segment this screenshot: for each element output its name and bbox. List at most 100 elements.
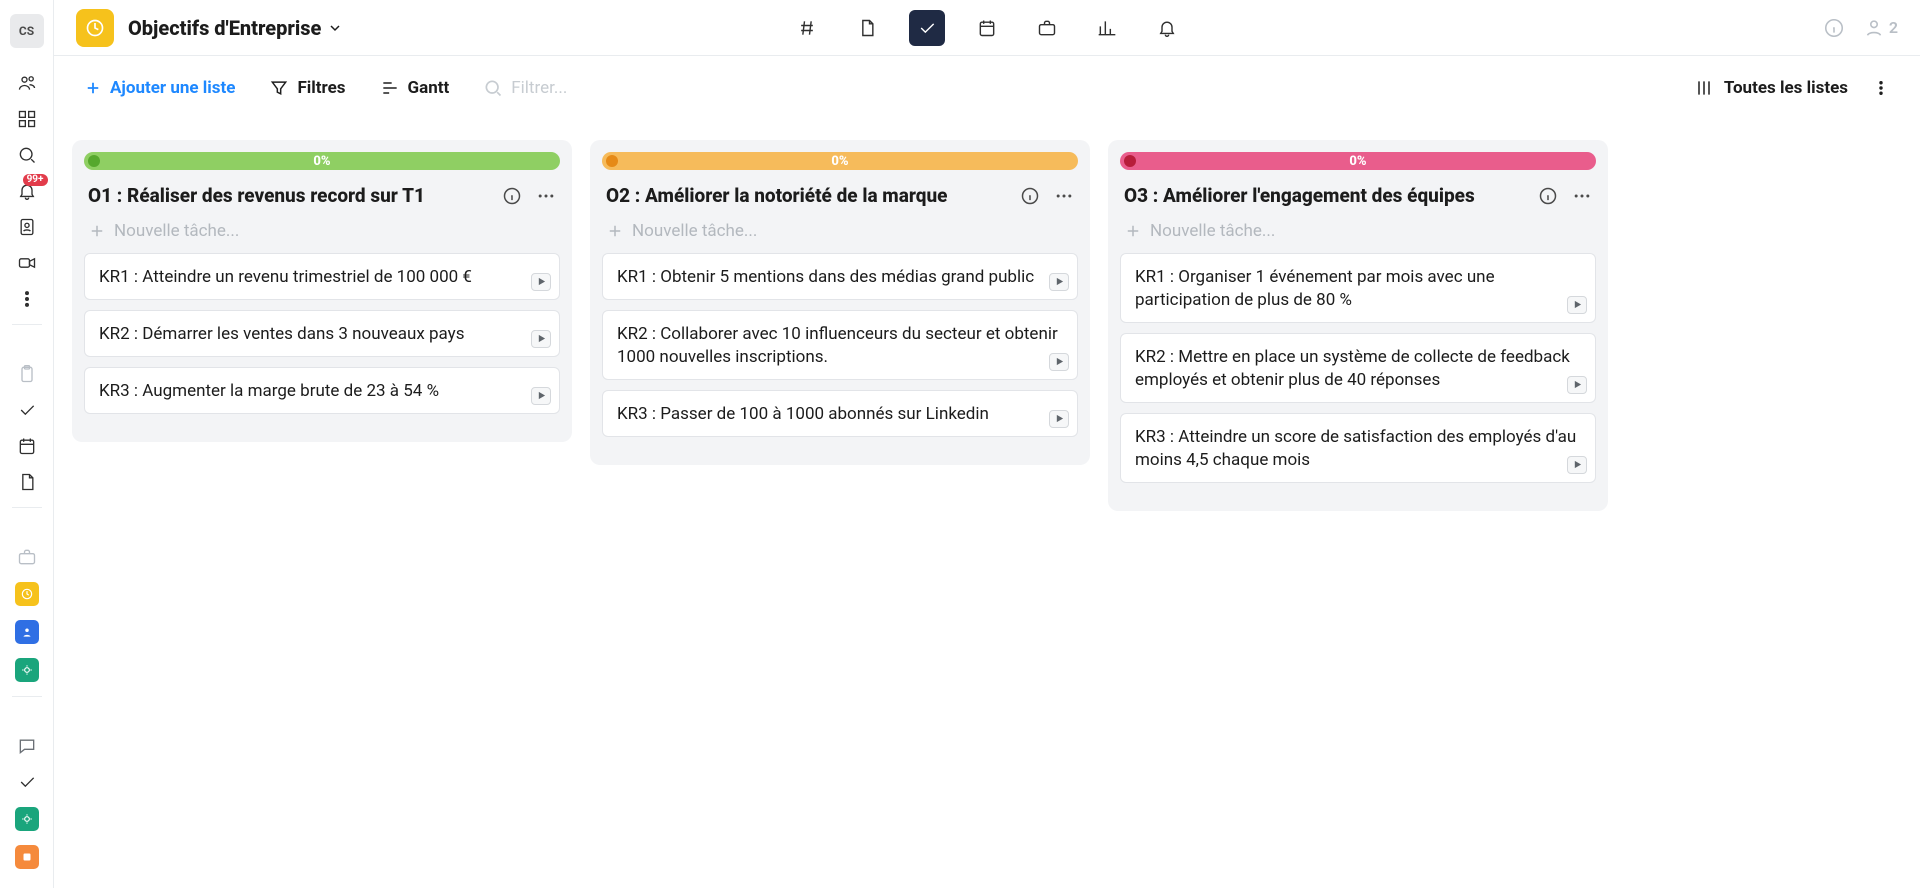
doc-small-icon[interactable] [16,471,38,493]
gantt-label: Gantt [408,78,450,98]
task-card[interactable]: KR2 : Démarrer les ventes dans 3 nouveau… [84,310,560,357]
workspace-teal-2-icon[interactable] [15,807,39,831]
play-icon[interactable] [531,273,551,291]
toolbar-more-icon[interactable] [1872,79,1890,97]
task-card-text: KR1 : Organiser 1 événement par mois ave… [1135,266,1581,312]
check-icon[interactable] [16,399,38,421]
column-title[interactable]: O3 : Améliorer l'engagement des équipes [1124,184,1475,207]
hash-icon[interactable] [789,10,825,46]
all-lists-button[interactable]: Toutes les listes [1694,78,1848,98]
contacts-icon[interactable] [16,216,38,238]
play-icon[interactable] [531,387,551,405]
kanban-column: 0% O2 : Améliorer la notoriété de la marq… [590,140,1090,465]
search-icon[interactable] [16,144,38,166]
members-count[interactable]: 2 [1863,17,1898,39]
notifications-icon[interactable]: 99+ [16,180,38,202]
sidebar-separator-2 [12,507,42,508]
board-title[interactable]: Objectifs d'Entreprise [128,16,343,40]
tasks-view-icon[interactable] [909,10,945,46]
calendar-icon[interactable] [969,10,1005,46]
grid-icon[interactable] [16,108,38,130]
calendar-small-icon[interactable] [16,435,38,457]
column-title[interactable]: O2 : Améliorer la notoriété de la marque [606,184,947,207]
info-icon[interactable] [1823,17,1845,39]
task-card-text: KR1 : Obtenir 5 mentions dans des médias… [617,266,1063,289]
workspace-yellow-icon[interactable] [15,582,39,606]
user-avatar[interactable]: CS [10,14,44,48]
new-task-button[interactable]: Nouvelle tâche... [602,215,1078,253]
progress-text: 0% [1349,154,1366,169]
stats-icon[interactable] [1089,10,1125,46]
more-vert-icon[interactable] [16,288,38,310]
task-card[interactable]: KR3 : Augmenter la marge brute de 23 à 5… [84,367,560,414]
workspace-teal-icon[interactable] [15,658,39,682]
task-card[interactable]: KR1 : Organiser 1 événement par mois ave… [1120,253,1596,323]
left-sidebar: CS 99+ [0,0,54,888]
column-actions [502,186,556,206]
progress-bar: 0% [1120,152,1596,170]
task-card-text: KR3 : Passer de 100 à 1000 abonnés sur L… [617,403,1063,426]
play-icon[interactable] [1567,456,1587,474]
sidebar-separator-3 [12,696,42,697]
people-icon[interactable] [16,72,38,94]
members-count-text: 2 [1889,18,1898,37]
progress-text: 0% [831,154,848,169]
filters-button[interactable]: Filtres [269,78,345,98]
progress-bar: 0% [602,152,1078,170]
play-icon[interactable] [1049,410,1069,428]
add-list-button[interactable]: Ajouter une liste [84,78,235,98]
board-title-text: Objectifs d'Entreprise [128,16,321,40]
column-title[interactable]: O1 : Réaliser des revenus record sur T1 [88,184,425,207]
briefcase-muted-icon[interactable] [16,546,38,568]
gantt-button[interactable]: Gantt [380,78,450,98]
info-circle-icon[interactable] [1020,186,1040,206]
column-more-icon[interactable] [1054,186,1074,206]
briefcase-icon[interactable] [1029,10,1065,46]
kanban-column: 0% O3 : Améliorer l'engagement des équipe… [1108,140,1608,511]
chevron-down-icon [327,20,343,36]
task-card-text: KR3 : Augmenter la marge brute de 23 à 5… [99,380,545,403]
progress-dot [1124,155,1136,167]
video-icon[interactable] [16,252,38,274]
task-card[interactable]: KR1 : Obtenir 5 mentions dans des médias… [602,253,1078,300]
play-icon[interactable] [1049,353,1069,371]
task-card[interactable]: KR3 : Passer de 100 à 1000 abonnés sur L… [602,390,1078,437]
new-task-button[interactable]: Nouvelle tâche... [84,215,560,253]
info-circle-icon[interactable] [502,186,522,206]
play-icon[interactable] [1049,273,1069,291]
document-icon[interactable] [849,10,885,46]
task-card-text: KR2 : Mettre en place un système de coll… [1135,346,1581,392]
play-icon[interactable] [1567,296,1587,314]
play-icon[interactable] [531,330,551,348]
bell-icon[interactable] [1149,10,1185,46]
column-more-icon[interactable] [536,186,556,206]
column-header: O3 : Améliorer l'engagement des équipes [1124,184,1592,207]
workspace-blue-icon[interactable] [15,620,39,644]
task-card[interactable]: KR1 : Atteindre un revenu trimestriel de… [84,253,560,300]
play-icon[interactable] [1567,376,1587,394]
list-toolbar: Ajouter une liste Filtres Gantt Filtrer.… [54,56,1920,120]
new-task-label: Nouvelle tâche... [114,221,239,241]
new-task-label: Nouvelle tâche... [632,221,757,241]
info-circle-icon[interactable] [1538,186,1558,206]
column-header: O1 : Réaliser des revenus record sur T1 [88,184,556,207]
filter-search[interactable]: Filtrer... [483,78,567,98]
notifications-badge: 99+ [23,174,48,186]
board: 0% O1 : Réaliser des revenus record sur T… [54,120,1920,888]
clipboard-muted-icon[interactable] [16,363,38,385]
task-card[interactable]: KR2 : Mettre en place un système de coll… [1120,333,1596,403]
chat-muted-icon[interactable] [16,735,38,757]
task-card-text: KR2 : Démarrer les ventes dans 3 nouveau… [99,323,545,346]
task-card[interactable]: KR2 : Collaborer avec 10 influenceurs du… [602,310,1078,380]
add-list-label: Ajouter une liste [110,78,235,98]
workspace-orange-icon[interactable] [15,845,39,869]
new-task-label: Nouvelle tâche... [1150,221,1275,241]
check-2-icon[interactable] [16,771,38,793]
progress-text: 0% [313,154,330,169]
column-actions [1538,186,1592,206]
board-icon[interactable] [76,9,114,47]
task-card[interactable]: KR3 : Atteindre un score de satisfaction… [1120,413,1596,483]
column-more-icon[interactable] [1572,186,1592,206]
new-task-button[interactable]: Nouvelle tâche... [1120,215,1596,253]
column-actions [1020,186,1074,206]
